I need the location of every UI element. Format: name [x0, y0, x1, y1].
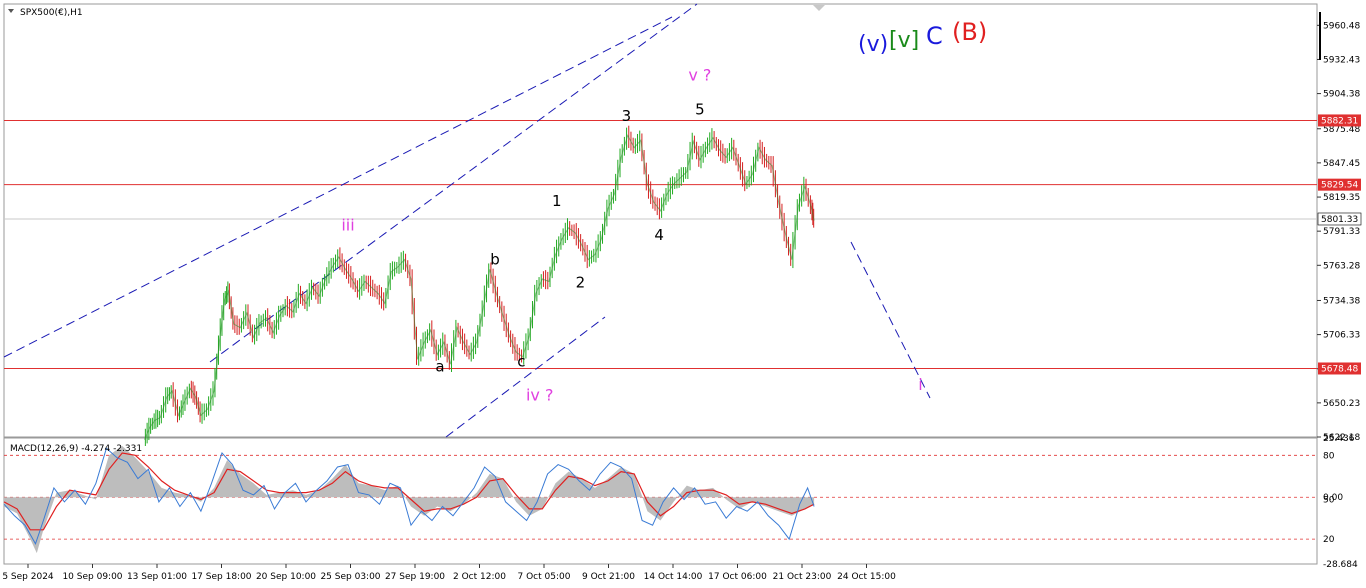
time-tick-label: 13 Sep 01:00: [127, 572, 187, 582]
time-tick-label: 17 Sep 18:00: [191, 572, 251, 582]
symbol-label: SPX500(€),H1: [20, 8, 83, 18]
time-tick-label: 17 Oct 06:00: [708, 572, 767, 582]
price-tick-label: 5819.35: [1323, 193, 1360, 203]
wave-label: 2: [576, 274, 586, 292]
time-tick-label: 9 Oct 21:00: [582, 572, 635, 582]
price-tick-label: 5734.38: [1323, 296, 1360, 306]
price-tick-label: 5650.23: [1323, 399, 1360, 409]
macd-tick-label: 20: [1323, 535, 1335, 545]
wave-label: c: [517, 353, 525, 371]
level-price-label: 5829.54: [1321, 181, 1358, 191]
time-tick-label: 20 Sep 10:00: [256, 572, 316, 582]
wave-label: 3: [622, 107, 632, 125]
price-tick-label: 5960.48: [1323, 21, 1360, 31]
price-tick-label: 5791.33: [1323, 227, 1360, 237]
time-tick-label: 7 Oct 05:00: [518, 572, 571, 582]
macd-label: MACD(12,26,9) -4.274 -2.331: [10, 444, 142, 454]
macd-tick-label: 25.436: [1323, 434, 1355, 444]
price-tick-label: 5932.43: [1323, 55, 1360, 65]
price-tick-label: 5847.45: [1323, 159, 1360, 169]
level-price-label: 5882.31: [1321, 116, 1358, 126]
degree-label-c: C: [926, 22, 943, 50]
time-tick-label: 21 Oct 23:00: [773, 572, 832, 582]
wave-label: 4: [654, 226, 664, 244]
wave-label: v ?: [688, 66, 711, 85]
time-tick-label: 5 Sep 2024: [2, 572, 54, 582]
time-tick-label: 24 Oct 15:00: [837, 572, 896, 582]
macd-tick-label: -28.684: [1323, 560, 1358, 570]
price-tick-label: 5904.38: [1323, 90, 1360, 100]
time-tick-label: 25 Sep 03:00: [320, 572, 380, 582]
price-chart[interactable]: 5960.485932.435904.385875.485847.455819.…: [0, 0, 1366, 588]
degree-label-minor-v: (v): [858, 32, 888, 57]
wave-label: 5: [695, 101, 705, 119]
degree-label-b: (B): [952, 18, 987, 46]
wave-label: iii: [341, 215, 354, 234]
level-price-label: 5678.48: [1321, 364, 1358, 374]
wave-label: iv ?: [526, 386, 554, 405]
time-tick-label: 27 Sep 19:00: [385, 572, 445, 582]
degree-label-intermediate-v: [v]: [889, 28, 919, 53]
time-tick-label: 2 Oct 12:00: [453, 572, 506, 582]
wave-label: b: [490, 250, 500, 268]
wave-label: i: [918, 375, 922, 394]
price-tick-label: 5706.33: [1323, 331, 1360, 341]
time-tick-label: 10 Sep 09:00: [62, 572, 122, 582]
wave-label: a: [435, 358, 444, 376]
price-tick-label: 5763.28: [1323, 261, 1360, 271]
current-price-label: 5801.33: [1321, 215, 1358, 225]
wave-label: 1: [552, 192, 562, 210]
macd-tick-label: 80: [1323, 451, 1335, 461]
time-tick-label: 14 Oct 14:00: [644, 572, 703, 582]
macd-tick-label: 50: [1323, 496, 1335, 506]
